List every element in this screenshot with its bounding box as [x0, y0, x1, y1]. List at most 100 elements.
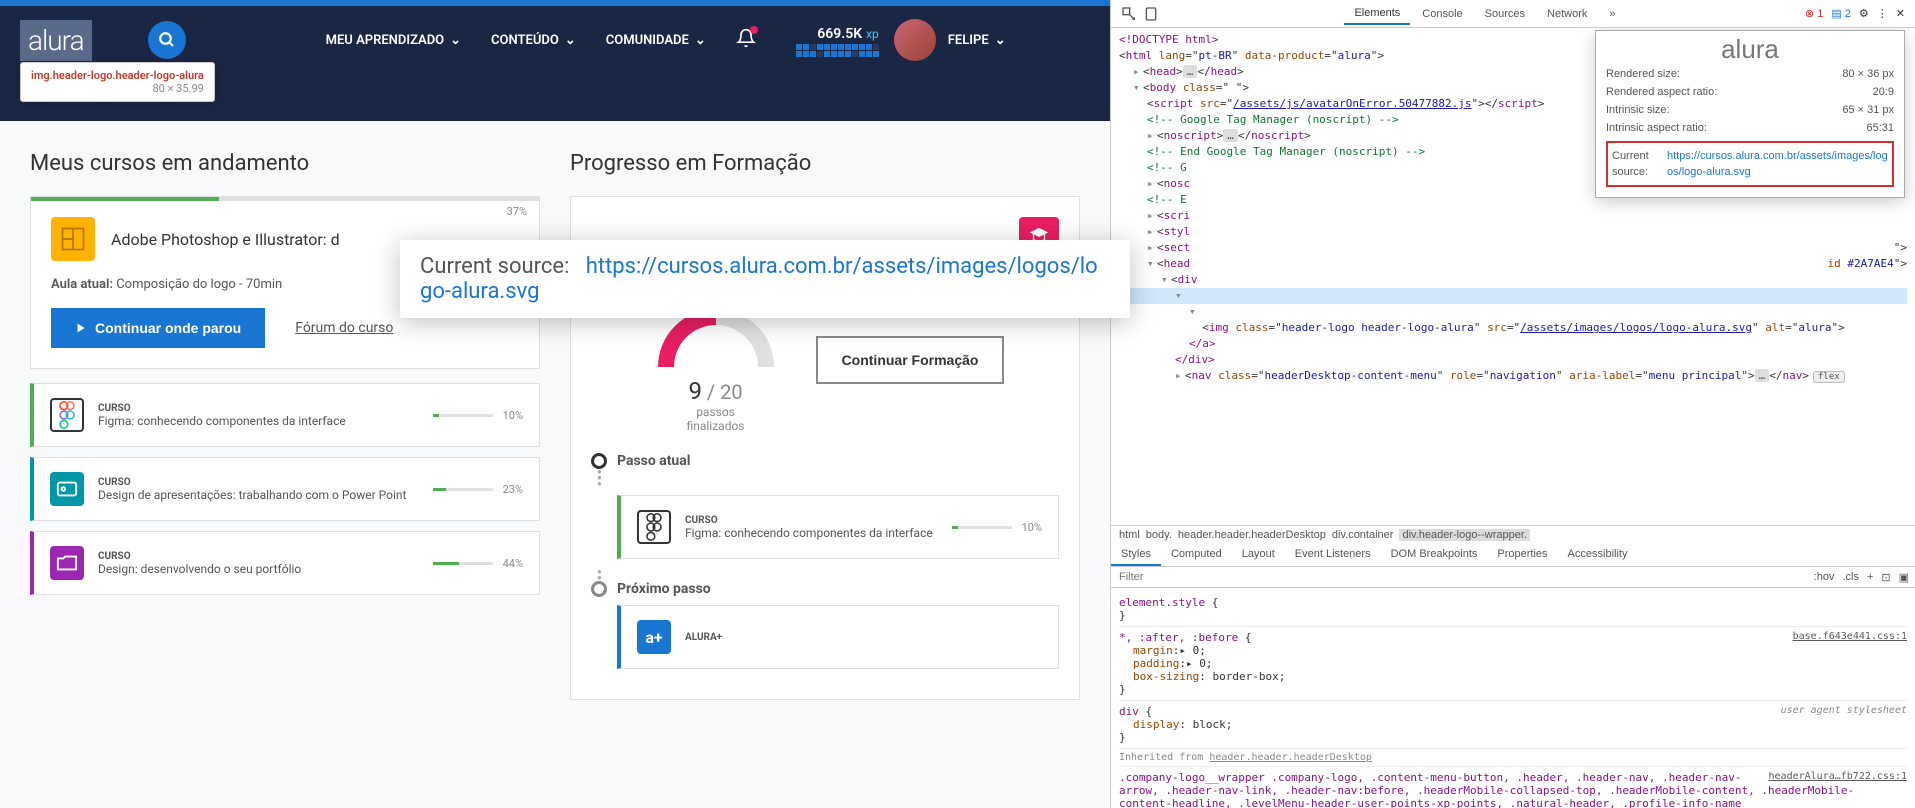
panel-icon[interactable]: ▣	[1899, 571, 1909, 584]
dom-breadcrumbs: html body. header.header.headerDesktop d…	[1111, 525, 1915, 544]
cls-toggle[interactable]: .cls	[1842, 571, 1859, 583]
dom-line[interactable]: ▸<styl	[1119, 224, 1907, 240]
image-preview-tooltip: alura Rendered size:80 × 36 px Rendered …	[1595, 30, 1905, 198]
overlay-label: Current source:	[420, 254, 569, 279]
tab-styles[interactable]: Styles	[1111, 544, 1161, 566]
nav-menu: MEU APRENDIZADO⌄ CONTEÚDO⌄ COMUNIDADE⌄	[326, 33, 706, 48]
cursos-column: Meus cursos em andamento 37% Adobe Photo…	[30, 151, 540, 714]
css-rule[interactable]: base.f643e441.css:1 *, :after, :before {…	[1119, 627, 1907, 701]
error-count[interactable]: ⊗ 1	[1805, 7, 1823, 20]
step-item[interactable]: a+ ALURA+	[617, 605, 1059, 669]
tab-console[interactable]: Console	[1412, 4, 1472, 24]
search-button[interactable]	[148, 21, 186, 59]
source-overlay: Current source: https://cursos.alura.com…	[400, 240, 1130, 318]
device-icon[interactable]	[1143, 6, 1159, 22]
logo-text: alura	[28, 24, 84, 57]
css-rule[interactable]: headerAlura…fb722.css:1 .company-logo__w…	[1119, 767, 1907, 808]
progress-pct: 37%	[507, 205, 527, 218]
inspect-icon[interactable]	[1121, 6, 1137, 22]
step-dot-icon	[591, 581, 607, 597]
notification-dot	[750, 26, 758, 34]
dom-line[interactable]: </a>	[1119, 336, 1907, 352]
styles-pane[interactable]: element.style {} base.f643e441.css:1 *, …	[1111, 588, 1915, 808]
dom-line[interactable]: ▸<sect">	[1119, 240, 1907, 256]
crumb[interactable]: header.header.headerDesktop	[1178, 529, 1326, 541]
chevron-down-icon: ⌄	[565, 33, 576, 48]
styles-tabs: Styles Computed Layout Event Listeners D…	[1111, 544, 1915, 567]
content: Meus cursos em andamento 37% Adobe Photo…	[0, 121, 1110, 744]
gear-icon[interactable]: ⚙	[1859, 7, 1869, 20]
crumb-selected[interactable]: div.header-logo--wrapper.	[1399, 529, 1530, 541]
dom-line[interactable]: ▾	[1119, 304, 1907, 320]
tab-event-listeners[interactable]: Event Listeners	[1285, 544, 1381, 566]
folder-icon	[50, 546, 84, 580]
course-icon	[51, 217, 95, 261]
step-item[interactable]: CURSOFigma: conhecendo componentes da in…	[617, 495, 1059, 559]
formacao-column: Progresso em Formação	[570, 151, 1080, 714]
styles-filter: :hov .cls + ⊡ ▣	[1111, 567, 1915, 588]
css-rule[interactable]: user agent stylesheet div { display: blo…	[1119, 701, 1907, 749]
alura-app: alura MEU APRENDIZADO⌄ CONTEÚDO⌄ COMUNID…	[0, 0, 1110, 808]
play-icon	[75, 322, 87, 334]
tab-computed[interactable]: Computed	[1161, 544, 1232, 566]
aluraplus-icon: a+	[637, 620, 671, 654]
devtools-tabs: Elements Console Sources Network » ⊗ 1 ▤…	[1111, 0, 1915, 28]
tab-dom-breakpoints[interactable]: DOM Breakpoints	[1381, 544, 1488, 566]
figma-icon	[637, 510, 671, 544]
course-list-item[interactable]: CURSODesign de apresentações: trabalhand…	[30, 457, 540, 521]
dom-line-selected[interactable]: ▾	[1119, 288, 1907, 304]
css-rule[interactable]: element.style {}	[1119, 592, 1907, 627]
course-title: Adobe Photoshop e Illustrator: d	[111, 230, 340, 249]
kebab-icon[interactable]: ⋮	[1877, 7, 1888, 20]
dom-line[interactable]: </div>	[1119, 352, 1907, 368]
forum-link[interactable]: Fórum do curso	[295, 320, 393, 336]
tooltip-dims: 80 × 35.99	[152, 82, 203, 95]
tab-elements[interactable]: Elements	[1344, 3, 1410, 25]
dom-line[interactable]: <img class="header-logo header-logo-alur…	[1119, 320, 1907, 336]
notifications-button[interactable]	[736, 28, 756, 52]
header: alura MEU APRENDIZADO⌄ CONTEÚDO⌄ COMUNID…	[0, 6, 1110, 74]
tab-network[interactable]: Network	[1537, 4, 1597, 24]
continue-button[interactable]: Continuar onde parou	[51, 308, 265, 348]
crumb[interactable]: html	[1119, 529, 1140, 541]
chevron-down-icon: ⌄	[995, 33, 1006, 48]
hov-toggle[interactable]: :hov	[1814, 571, 1835, 583]
tab-layout[interactable]: Layout	[1232, 544, 1285, 566]
tab-sources[interactable]: Sources	[1475, 4, 1535, 24]
avatar[interactable]	[894, 19, 936, 61]
xp-value: 669.5K	[817, 26, 862, 42]
logo[interactable]: alura	[20, 20, 92, 61]
progress-fill	[31, 197, 219, 201]
tooltip-source: Current source:https://cursos.alura.com.…	[1606, 141, 1894, 187]
dom-line[interactable]: ▸<scri	[1119, 208, 1907, 224]
tooltip-logo-preview: alura	[1606, 41, 1894, 57]
tab-properties[interactable]: Properties	[1487, 544, 1557, 566]
close-icon[interactable]: ✕	[1896, 7, 1905, 20]
user-menu[interactable]: FELIPE⌄	[948, 33, 1006, 48]
tab-accessibility[interactable]: Accessibility	[1558, 544, 1638, 566]
dom-line[interactable]: ▸<nav class="headerDesktop-content-menu"…	[1119, 368, 1907, 385]
search-icon	[158, 31, 176, 49]
crumb[interactable]: body.	[1146, 529, 1172, 541]
tab-more[interactable]: »	[1599, 4, 1625, 24]
course-list-item[interactable]: CURSOFigma: conhecendo componentes da in…	[30, 383, 540, 447]
crumb[interactable]: div.container	[1332, 529, 1394, 541]
chevron-down-icon: ⌄	[695, 33, 706, 48]
nav-conteudo[interactable]: CONTEÚDO⌄	[491, 33, 576, 48]
dom-line[interactable]: ▾<div	[1119, 272, 1907, 288]
dom-line[interactable]: ▾<headid #2A7AE4">	[1119, 256, 1907, 272]
add-rule-button[interactable]: +	[1867, 571, 1873, 583]
course-list-item[interactable]: CURSODesign: desenvolvendo o seu portfól…	[30, 531, 540, 595]
nav-comunidade[interactable]: COMUNIDADE⌄	[606, 33, 706, 48]
inherited-from: Inherited from header.header.headerDeskt…	[1119, 749, 1907, 767]
devtools-panel: Elements Console Sources Network » ⊗ 1 ▤…	[1110, 0, 1915, 808]
filter-input[interactable]	[1117, 569, 1814, 585]
tooltip-selector: img.header-logo.header-logo-alura	[31, 69, 204, 82]
chevron-down-icon: ⌄	[450, 33, 461, 48]
nav-meu-aprendizado[interactable]: MEU APRENDIZADO⌄	[326, 33, 461, 48]
next-step-header: Próximo passo	[591, 581, 1059, 597]
continue-formation-button[interactable]: Continuar Formação	[816, 336, 1005, 384]
info-count[interactable]: ▤ 2	[1831, 7, 1851, 20]
panel-icon[interactable]: ⊡	[1881, 571, 1890, 584]
dom-tree[interactable]: <!DOCTYPE html> <html lang="pt-BR" data-…	[1111, 28, 1915, 525]
